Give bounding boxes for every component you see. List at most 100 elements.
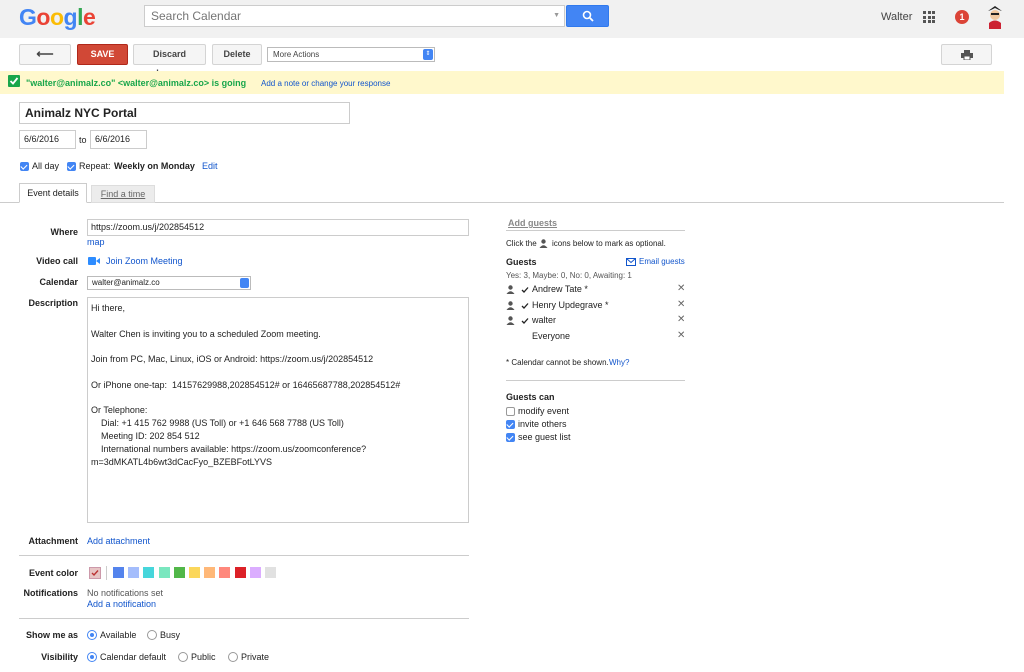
event-title-input[interactable]: Animalz NYC Portal [19, 102, 350, 124]
available-label: Available [100, 630, 137, 640]
guest-name: Everyone [532, 330, 571, 341]
end-date-input[interactable]: 6/6/2016 [90, 130, 147, 149]
more-actions-dropdown[interactable]: More Actions ⇕ [267, 47, 435, 62]
search-button[interactable] [566, 5, 609, 27]
person-icon [539, 239, 548, 248]
discard-changes-button[interactable]: Discard changes [133, 44, 206, 78]
tab-event-details[interactable]: Event details [19, 183, 87, 203]
avatar[interactable] [985, 5, 1005, 29]
back-arrow-icon: ⟵ [36, 47, 54, 61]
color-swatch[interactable] [189, 567, 200, 578]
person-icon[interactable] [506, 300, 515, 310]
remove-guest-icon[interactable]: ✕ [677, 283, 685, 294]
print-button[interactable] [941, 44, 992, 65]
color-swatch[interactable] [113, 567, 124, 578]
where-input[interactable]: https://zoom.us/j/202854512 [87, 219, 469, 236]
divider [506, 380, 685, 381]
save-button[interactable]: SAVE [77, 44, 128, 65]
map-link[interactable]: map [87, 237, 105, 247]
color-swatch[interactable] [249, 567, 261, 578]
color-swatch[interactable] [158, 567, 170, 578]
top-bar: Google ▼ Walter 1 [0, 0, 1024, 38]
google-logo[interactable]: Google [19, 4, 96, 31]
why-link[interactable]: Why? [609, 358, 629, 367]
see-guest-list-checkbox[interactable] [506, 433, 515, 442]
email-guests-link[interactable]: Email guests [639, 257, 685, 266]
apps-grid-icon[interactable] [923, 11, 935, 23]
rsvp-summary: Yes: 3, Maybe: 0, No: 0, Awaiting: 1 [506, 271, 632, 280]
visibility-label: Visibility [41, 652, 78, 662]
color-swatch[interactable] [219, 567, 231, 578]
search-dropdown-icon[interactable]: ▼ [553, 12, 560, 19]
modify-event-label: modify event [518, 406, 570, 416]
user-name[interactable]: Walter [881, 11, 912, 23]
person-icon[interactable] [506, 285, 515, 294]
busy-radio[interactable] [147, 630, 157, 640]
description-label: Description [28, 298, 78, 308]
to-label: to [79, 135, 87, 145]
video-call-label: Video call [36, 256, 78, 266]
color-swatch[interactable] [234, 567, 246, 578]
start-date-input[interactable]: 6/6/2016 [19, 130, 76, 149]
optional-hint-end: icons below to mark as optional. [552, 239, 666, 248]
checkmark-icon [91, 570, 99, 577]
invite-others-label: invite others [518, 419, 567, 429]
guests-title: Guests [506, 257, 537, 267]
divider [506, 230, 685, 231]
repeat-label: Repeat: [79, 161, 111, 171]
invite-others-checkbox[interactable] [506, 420, 515, 429]
add-guests-link[interactable]: Add guests [508, 218, 557, 228]
public-radio[interactable] [178, 652, 188, 662]
private-label: Private [241, 652, 270, 662]
private-radio[interactable] [228, 652, 238, 662]
color-swatch[interactable] [204, 567, 216, 578]
see-guest-list-label: see guest list [518, 432, 571, 442]
person-icon[interactable] [506, 316, 515, 325]
notifications-value: No notifications set [87, 588, 164, 598]
delete-button[interactable]: Delete [212, 44, 262, 65]
add-attachment-link[interactable]: Add attachment [87, 536, 150, 546]
optional-hint-start: Click the [506, 239, 537, 248]
available-radio[interactable] [87, 630, 97, 640]
color-swatch[interactable] [265, 567, 276, 578]
tab-find-a-time[interactable]: Find a time [91, 185, 155, 203]
calendar-select[interactable]: walter@animalz.co [87, 276, 251, 290]
calendar-default-radio[interactable] [87, 652, 97, 662]
check-icon [521, 318, 529, 324]
event-color-label: Event color [28, 568, 78, 578]
color-swatch[interactable] [173, 567, 185, 578]
remove-guest-icon[interactable]: ✕ [677, 330, 685, 341]
search-field[interactable]: ▼ [144, 5, 565, 27]
search-input[interactable] [145, 6, 564, 26]
dropdown-arrows-icon [240, 278, 249, 288]
public-label: Public [191, 652, 216, 662]
guest-name: Andrew Tate * [532, 284, 588, 294]
modify-event-checkbox[interactable] [506, 407, 515, 416]
calendar-default-label: Calendar default [100, 652, 167, 662]
change-response-link[interactable]: Add a note or change your response [261, 79, 390, 88]
where-label: Where [50, 227, 78, 237]
show-me-as-label: Show me as [25, 630, 78, 640]
repeat-checkbox[interactable] [67, 162, 76, 171]
calendar-label: Calendar [39, 277, 78, 287]
add-notification-link[interactable]: Add a notification [87, 599, 156, 609]
divider [19, 555, 469, 556]
search-icon [582, 10, 594, 22]
default-color-swatch[interactable] [89, 567, 101, 579]
all-day-checkbox[interactable] [20, 162, 29, 171]
rsvp-status: "walter@animalz.co" <walter@animalz.co> … [26, 78, 247, 88]
notification-badge[interactable]: 1 [955, 10, 969, 24]
repeat-edit-link[interactable]: Edit [202, 161, 218, 171]
mail-icon[interactable] [626, 258, 636, 266]
dropdown-arrows-icon: ⇕ [423, 49, 433, 60]
busy-label: Busy [160, 630, 181, 640]
description-textarea[interactable]: Hi there, Walter Chen is inviting you to… [87, 297, 469, 523]
divider [19, 618, 469, 619]
color-swatch[interactable] [143, 567, 155, 578]
color-swatch[interactable] [128, 567, 140, 578]
join-zoom-link[interactable]: Join Zoom Meeting [106, 256, 183, 266]
remove-guest-icon[interactable]: ✕ [677, 314, 685, 325]
remove-guest-icon[interactable]: ✕ [677, 299, 685, 310]
attachment-label: Attachment [28, 536, 78, 546]
back-button[interactable]: ⟵ [19, 44, 71, 65]
